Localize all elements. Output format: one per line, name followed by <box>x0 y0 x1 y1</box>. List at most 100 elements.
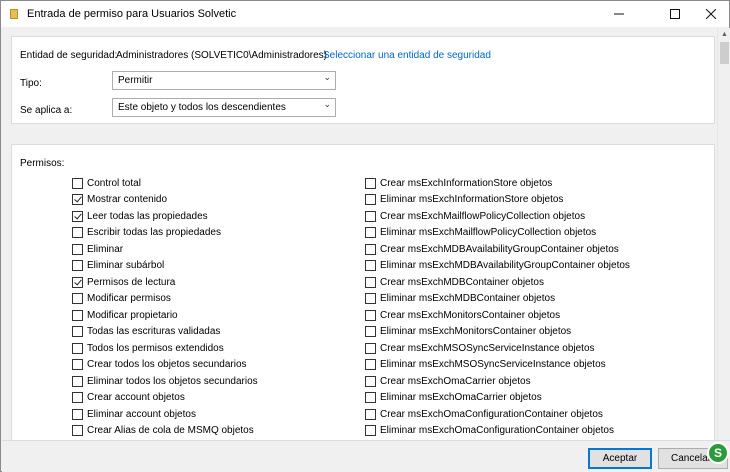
permission-checkbox[interactable] <box>365 276 376 288</box>
permission-label: Eliminar account objetos <box>87 408 196 420</box>
permission-checkbox[interactable] <box>72 243 83 255</box>
permission-item[interactable]: Eliminar account objetos <box>72 407 196 421</box>
permission-item[interactable]: Todas las escrituras validadas <box>72 325 220 339</box>
permission-checkbox[interactable] <box>365 194 376 205</box>
permission-item[interactable]: Crear msExchInformationStore objetos <box>365 176 552 190</box>
permission-item[interactable]: Eliminar msExchMailflowPolicyCollection … <box>365 226 596 240</box>
permission-checkbox[interactable] <box>72 227 83 238</box>
principal-value: Administradores (SOLVETIC0\Administrador… <box>116 50 327 61</box>
minimize-icon <box>614 13 624 15</box>
permission-item[interactable]: Crear msExchOmaCarrier objetos <box>365 374 531 388</box>
permission-item[interactable]: Crear Alias de cola de MSMQ objetos <box>72 424 254 438</box>
permission-checkbox[interactable] <box>72 375 83 387</box>
permission-item[interactable]: Eliminar msExchMDBContainer objetos <box>365 292 555 306</box>
permission-label: Eliminar subárbol <box>87 260 165 271</box>
permission-checkbox[interactable] <box>365 243 376 255</box>
type-select[interactable]: Permitir ⌄ <box>112 71 336 90</box>
permission-item[interactable]: Eliminar msExchMonitorsContainer objetos <box>365 325 571 339</box>
permission-checkbox[interactable] <box>72 359 83 370</box>
permission-item[interactable]: Eliminar msExchMDBAvailabilityGroupConta… <box>365 259 630 273</box>
permission-item[interactable]: Eliminar todos los objetos secundarios <box>72 374 258 388</box>
permission-label: Escribir todas las propiedades <box>87 227 221 238</box>
permission-label: Crear account objetos <box>87 392 185 403</box>
permission-item[interactable]: Eliminar msExchOmaCarrier objetos <box>365 391 542 405</box>
permission-checkbox[interactable] <box>72 309 83 321</box>
permission-checkbox[interactable] <box>365 260 376 271</box>
permission-checkbox[interactable] <box>365 342 376 354</box>
permission-label: Eliminar msExchMDBContainer objetos <box>380 293 556 304</box>
permission-label: Crear msExchOmaConfigurationContainer ob… <box>380 408 603 420</box>
permission-item[interactable]: Crear msExchMonitorsContainer objetos <box>365 308 560 322</box>
permission-label: Crear msExchMonitorsContainer objetos <box>380 309 561 321</box>
permission-item[interactable]: Crear msExchMDBAvailabilityGroupContaine… <box>365 242 619 256</box>
permission-item[interactable]: Control total <box>72 176 141 190</box>
permission-label: Eliminar msExchOmaCarrier objetos <box>380 392 542 403</box>
permission-checkbox[interactable] <box>72 293 83 304</box>
permission-checkbox[interactable] <box>365 375 376 387</box>
permission-item[interactable]: Leer todas las propiedades <box>72 209 208 223</box>
permission-item[interactable]: Modificar propietario <box>72 308 178 322</box>
permission-checkbox[interactable] <box>365 326 376 337</box>
permission-checkbox[interactable] <box>72 210 83 222</box>
permission-item[interactable]: Mostrar contenido <box>72 193 167 207</box>
permission-label: Eliminar todos los objetos secundarios <box>87 375 258 387</box>
permission-checkbox[interactable] <box>365 293 376 304</box>
permission-checkbox[interactable] <box>365 392 376 403</box>
permission-checkbox[interactable] <box>365 309 376 321</box>
permission-label: Todas las escrituras validadas <box>87 326 221 337</box>
permission-item[interactable]: Crear msExchMailflowPolicyCollection obj… <box>365 209 585 223</box>
close-button[interactable] <box>689 1 730 27</box>
permission-checkbox[interactable] <box>72 425 83 436</box>
permission-checkbox[interactable] <box>365 408 376 420</box>
permission-label: Modificar propietario <box>87 309 178 321</box>
permission-item[interactable]: Crear msExchMDBContainer objetos <box>365 275 544 289</box>
vertical-scrollbar[interactable]: ▲ <box>717 28 730 440</box>
permission-label: Eliminar msExchMailflowPolicyCollection … <box>380 227 597 238</box>
permission-item[interactable]: Todos los permisos extendidos <box>72 341 224 355</box>
permission-item[interactable]: Eliminar subárbol <box>72 259 164 273</box>
permission-checkbox[interactable] <box>72 342 83 354</box>
permission-item[interactable]: Eliminar msExchInformationStore objetos <box>365 193 563 207</box>
permission-checkbox[interactable] <box>72 260 83 271</box>
permission-item[interactable]: Escribir todas las propiedades <box>72 226 221 240</box>
permission-checkbox[interactable] <box>72 392 83 403</box>
permission-checkbox[interactable] <box>72 276 83 288</box>
permission-checkbox[interactable] <box>72 194 83 205</box>
permission-checkbox[interactable] <box>365 359 376 370</box>
permission-label: Permisos de lectura <box>87 276 176 288</box>
permission-label: Crear Alias de cola de MSMQ objetos <box>87 425 254 436</box>
permission-label: Crear msExchMDBAvailabilityGroupContaine… <box>380 243 619 255</box>
dialog-content: Entidad de seguridad: Administradores (S… <box>2 28 717 444</box>
permission-item[interactable]: Crear todos los objetos secundarios <box>72 358 247 372</box>
accept-button[interactable]: Aceptar <box>588 448 652 469</box>
permission-item[interactable]: Crear msExchOmaConfigurationContainer ob… <box>365 407 603 421</box>
permission-checkbox[interactable] <box>72 408 83 420</box>
permission-item[interactable]: Eliminar <box>72 242 123 256</box>
permission-item[interactable]: Permisos de lectura <box>72 275 175 289</box>
scroll-thumb[interactable] <box>720 42 729 64</box>
permission-checkbox[interactable] <box>72 177 83 189</box>
applies-to-select[interactable]: Este objeto y todos los descendientes ⌄ <box>112 98 336 117</box>
permission-checkbox[interactable] <box>72 326 83 337</box>
permission-checkbox[interactable] <box>365 177 376 189</box>
minimize-button[interactable] <box>597 1 641 27</box>
permission-entry-dialog: Entrada de permiso para Usuarios Solveti… <box>0 0 730 472</box>
permission-checkbox[interactable] <box>365 227 376 238</box>
permission-item[interactable]: Eliminar msExchMSOSyncServiceInstance ob… <box>365 358 606 372</box>
permission-label: Crear msExchOmaCarrier objetos <box>380 375 531 387</box>
permission-item[interactable]: Eliminar msExchOmaConfigurationContainer… <box>365 424 614 438</box>
permission-item[interactable]: Modificar permisos <box>72 292 171 306</box>
permission-item[interactable]: Crear msExchMSOSyncServiceInstance objet… <box>365 341 595 355</box>
permission-label: Todos los permisos extendidos <box>87 342 224 354</box>
type-label: Tipo: <box>20 78 42 89</box>
permission-checkbox[interactable] <box>365 425 376 436</box>
permission-label: Mostrar contenido <box>87 194 168 205</box>
scroll-up-icon[interactable]: ▲ <box>718 28 730 42</box>
permission-checkbox[interactable] <box>365 210 376 222</box>
type-select-value: Permitir <box>118 75 153 86</box>
permission-item[interactable]: Crear account objetos <box>72 391 185 405</box>
select-principal-link[interactable]: Seleccionar una entidad de seguridad <box>323 50 491 61</box>
principal-label: Entidad de seguridad: <box>20 50 118 61</box>
permissions-label: Permisos: <box>20 158 65 169</box>
permission-label: Control total <box>87 177 141 189</box>
